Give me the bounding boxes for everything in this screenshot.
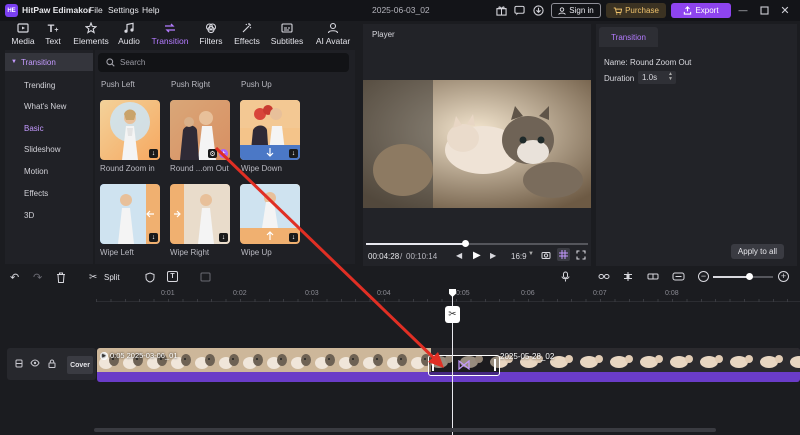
app-window: HE HitPaw Edimakor File Settings Help 20… bbox=[0, 0, 800, 435]
annotation-arrow bbox=[214, 146, 444, 368]
timeline-scrollbar[interactable] bbox=[94, 428, 716, 432]
